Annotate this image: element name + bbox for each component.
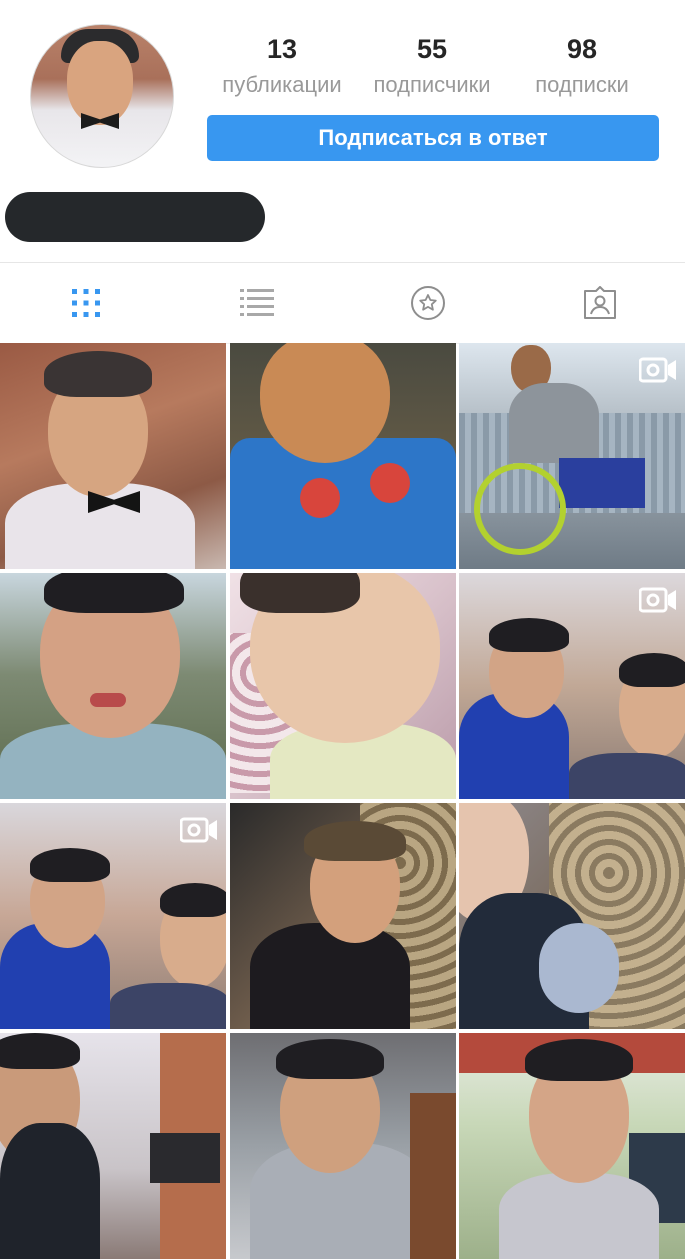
redacted-username bbox=[5, 192, 265, 242]
video-icon bbox=[639, 357, 676, 383]
tab-grid[interactable] bbox=[0, 263, 171, 343]
post-thumbnail[interactable] bbox=[230, 1033, 456, 1259]
tab-tagged[interactable] bbox=[514, 263, 685, 343]
tab-saved[interactable] bbox=[342, 263, 513, 343]
post-thumbnail[interactable] bbox=[230, 573, 456, 799]
list-icon bbox=[239, 289, 274, 316]
stat-following-label: подписки bbox=[535, 72, 629, 97]
post-thumbnail[interactable] bbox=[0, 1033, 226, 1259]
post-thumbnail[interactable] bbox=[459, 573, 685, 799]
profile-tabs bbox=[0, 262, 685, 344]
stat-posts[interactable]: 13 публикации bbox=[207, 34, 357, 98]
profile-avatar[interactable] bbox=[30, 24, 174, 168]
profile-stats: 13 публикации 55 подписчики 98 подписки bbox=[205, 34, 655, 104]
stat-posts-count: 13 bbox=[266, 34, 298, 64]
stat-followers[interactable]: 55 подписчики bbox=[357, 34, 507, 98]
stat-following-count: 98 bbox=[566, 34, 598, 64]
post-thumbnail[interactable] bbox=[459, 343, 685, 569]
grid-icon bbox=[71, 289, 100, 317]
stat-followers-count: 55 bbox=[416, 34, 448, 64]
follow-back-button[interactable]: Подписаться в ответ bbox=[207, 115, 659, 161]
stat-followers-label: подписчики bbox=[373, 72, 491, 97]
post-thumbnail[interactable] bbox=[459, 1033, 685, 1259]
post-thumbnail[interactable] bbox=[0, 573, 226, 799]
video-icon bbox=[180, 817, 217, 843]
post-thumbnail[interactable] bbox=[230, 343, 456, 569]
saved-star-icon bbox=[410, 286, 445, 320]
post-thumbnail[interactable] bbox=[0, 343, 226, 569]
video-icon bbox=[639, 587, 676, 613]
tab-list[interactable] bbox=[171, 263, 342, 343]
stat-posts-label: публикации bbox=[222, 72, 342, 97]
tagged-person-icon bbox=[583, 286, 616, 319]
post-thumbnail[interactable] bbox=[0, 803, 226, 1029]
posts-grid bbox=[0, 343, 685, 1259]
stat-following[interactable]: 98 подписки bbox=[507, 34, 657, 98]
profile-header: 13 публикации 55 подписчики 98 подписки … bbox=[0, 0, 685, 262]
post-thumbnail[interactable] bbox=[230, 803, 456, 1029]
post-thumbnail[interactable] bbox=[459, 803, 685, 1029]
